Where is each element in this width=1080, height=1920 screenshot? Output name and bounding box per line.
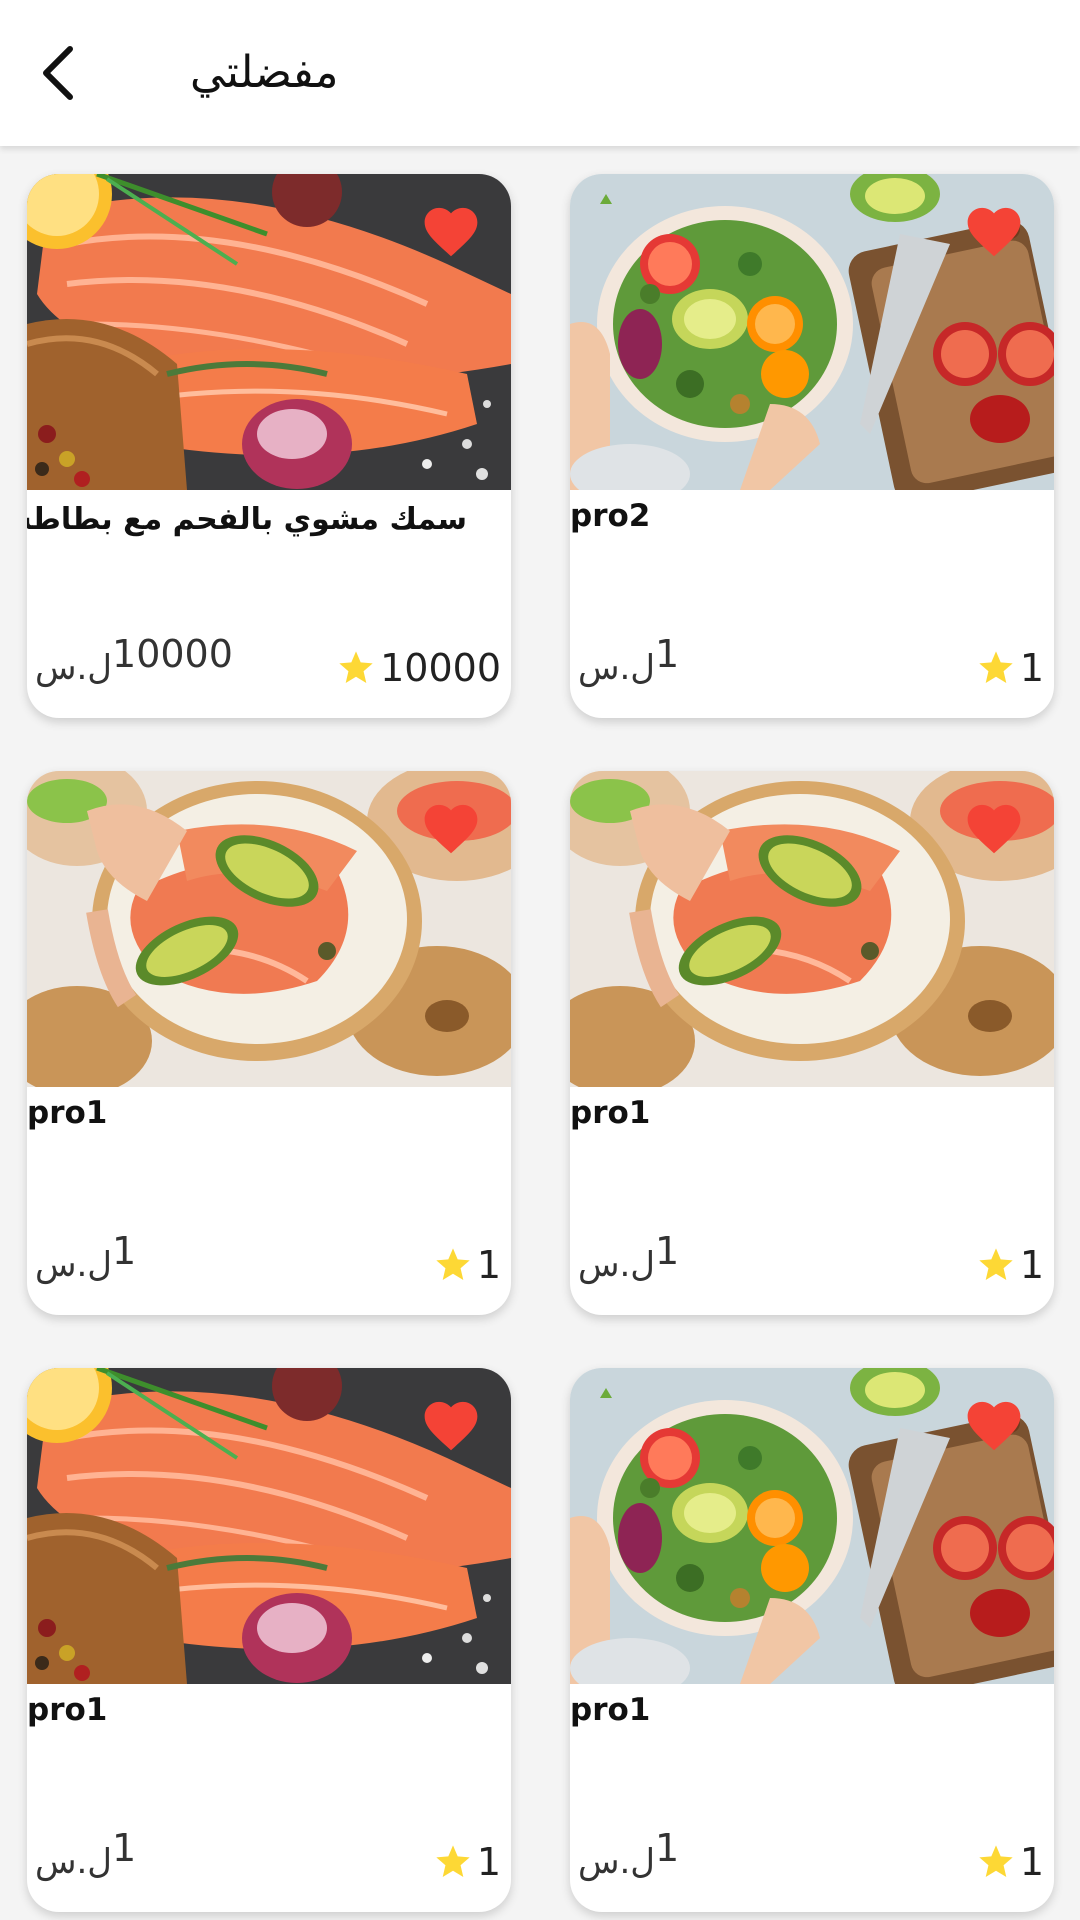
product-price: ل.س 1: [578, 1826, 679, 1882]
currency-label: ل.س: [578, 1842, 656, 1882]
heart-icon[interactable]: [962, 797, 1026, 855]
product-rating: 1: [433, 1840, 501, 1884]
product-rating: 1: [976, 1243, 1044, 1287]
rating-value: 1: [1019, 1840, 1044, 1884]
favorites-grid: سمك مشوي بالفحم مع بطاطس ل.س 10000 10000 …: [0, 146, 1080, 1920]
price-value: 1: [655, 632, 680, 676]
product-rating: 10000: [336, 646, 501, 690]
product-name: سمك مشوي بالفحم مع بطاطس: [27, 502, 467, 537]
heart-icon[interactable]: [419, 797, 483, 855]
page-title: مفضلتي: [190, 47, 339, 98]
currency-label: ل.س: [578, 1245, 656, 1285]
star-icon: [976, 648, 1016, 688]
product-rating: 1: [976, 646, 1044, 690]
rating-value: 1: [1019, 646, 1044, 690]
rating-value: 10000: [380, 646, 501, 690]
product-rating: 1: [433, 1243, 501, 1287]
heart-icon[interactable]: [419, 200, 483, 258]
star-icon: [433, 1245, 473, 1285]
chevron-left-icon: [43, 46, 73, 100]
price-value: 1: [655, 1826, 680, 1870]
product-name: pro1: [570, 1095, 651, 1131]
currency-label: ل.س: [578, 648, 656, 688]
currency-label: ل.س: [35, 1245, 113, 1285]
product-price: ل.س 1: [578, 1229, 679, 1285]
back-button[interactable]: [30, 38, 86, 108]
app-bar: مفضلتي: [0, 0, 1080, 146]
product-name: pro1: [570, 1692, 651, 1728]
product-rating: 1: [976, 1840, 1044, 1884]
product-price: ل.س 1: [35, 1229, 136, 1285]
currency-label: ل.س: [35, 1842, 113, 1882]
product-name: pro2: [570, 498, 651, 534]
price-value: 1: [112, 1826, 137, 1870]
rating-value: 1: [476, 1840, 501, 1884]
price-value: 10000: [112, 632, 233, 676]
heart-icon[interactable]: [419, 1394, 483, 1452]
product-card[interactable]: pro1 ل.س 1 1: [27, 771, 511, 1315]
product-card[interactable]: سمك مشوي بالفحم مع بطاطس ل.س 10000 10000: [27, 174, 511, 718]
product-card[interactable]: pro1 ل.س 1 1: [27, 1368, 511, 1912]
star-icon: [976, 1245, 1016, 1285]
product-price: ل.س 1: [35, 1826, 136, 1882]
product-price: ل.س 1: [578, 632, 679, 688]
product-card[interactable]: pro1 ل.س 1 1: [570, 771, 1054, 1315]
product-name: pro1: [27, 1692, 108, 1728]
star-icon: [433, 1842, 473, 1882]
price-value: 1: [112, 1229, 137, 1273]
price-value: 1: [655, 1229, 680, 1273]
product-card[interactable]: pro2 ل.س 1 1: [570, 174, 1054, 718]
heart-icon[interactable]: [962, 200, 1026, 258]
rating-value: 1: [1019, 1243, 1044, 1287]
heart-icon[interactable]: [962, 1394, 1026, 1452]
product-name: pro1: [27, 1095, 108, 1131]
rating-value: 1: [476, 1243, 501, 1287]
currency-label: ل.س: [35, 648, 113, 688]
star-icon: [976, 1842, 1016, 1882]
product-price: ل.س 10000: [35, 632, 233, 688]
star-icon: [336, 648, 376, 688]
product-card[interactable]: pro1 ل.س 1 1: [570, 1368, 1054, 1912]
